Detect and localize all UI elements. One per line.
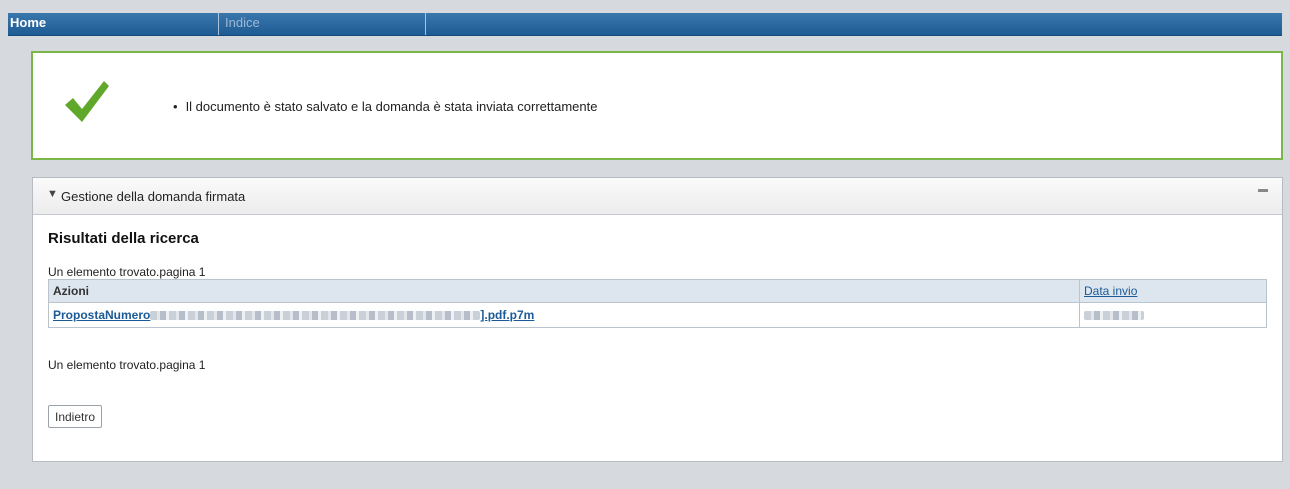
result-count-bottom: Un elemento trovato.pagina 1	[48, 358, 206, 372]
result-count-top: Un elemento trovato.pagina 1	[48, 265, 206, 279]
redacted-text	[150, 311, 481, 321]
success-message-box: Il documento è stato salvato e la domand…	[31, 51, 1283, 160]
results-title: Risultati della ricerca	[48, 230, 199, 247]
document-link[interactable]: PropostaNumero].pdf.p7m	[53, 308, 534, 322]
table-row: PropostaNumero].pdf.p7m	[48, 302, 1267, 328]
nav-home[interactable]: Home	[10, 13, 46, 35]
signed-application-panel: ▼ Gestione della domanda firmata Risulta…	[32, 177, 1283, 462]
sort-data-invio-link[interactable]: Data invio	[1084, 284, 1137, 298]
success-message: Il documento è stato salvato e la domand…	[173, 99, 598, 114]
collapse-icon[interactable]	[1258, 189, 1268, 192]
document-cell: PropostaNumero].pdf.p7m	[48, 302, 1080, 328]
column-header-data-invio[interactable]: Data invio	[1079, 279, 1267, 303]
checkmark-icon	[65, 81, 109, 122]
column-header-azioni: Azioni	[48, 279, 1080, 303]
back-button[interactable]: Indietro	[48, 405, 103, 428]
results-table: Azioni Data invio PropostaNumero].pdf.p7…	[48, 279, 1267, 328]
nav-indice[interactable]: Indice	[218, 13, 426, 35]
top-nav-bar: Home Indice	[8, 13, 1282, 36]
table-header-row: Azioni Data invio	[48, 279, 1267, 303]
date-cell	[1079, 302, 1267, 328]
redacted-date	[1084, 311, 1144, 321]
panel-title: Gestione della domanda firmata	[61, 189, 246, 204]
panel-header[interactable]: ▼ Gestione della domanda firmata	[33, 178, 1282, 215]
